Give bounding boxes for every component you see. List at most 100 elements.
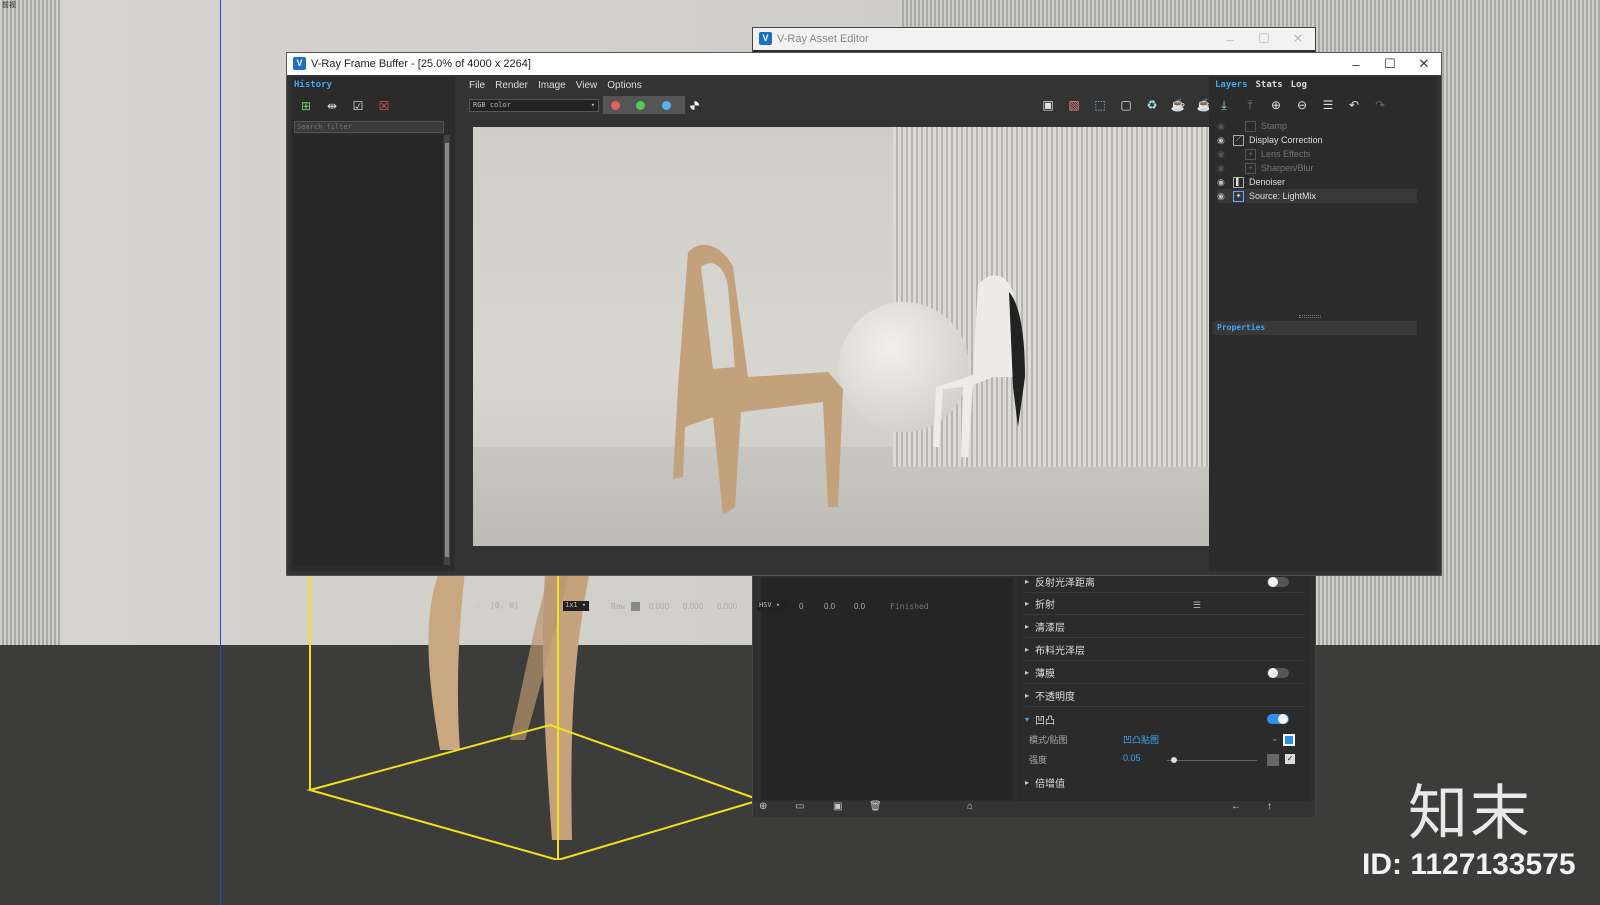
property-row-coat[interactable]: ▸ 清漆层: [1025, 616, 1305, 638]
render-icon-disabled: ☕: [1170, 98, 1186, 112]
strength-value[interactable]: 0.05: [1123, 753, 1141, 763]
bump-mode-row[interactable]: 模式/贴图 凹凸贴图 ⌄: [1029, 733, 1301, 749]
material-properties-panel[interactable]: ▸ 反射光泽距离 ▸ 折射 ▸ 清漆层 ▸ 布料光泽层 ▸ 薄膜 ▸ 不透明度 ▾ 凹凸 模式…: [1017, 573, 1309, 801]
green-channel-icon[interactable]: [636, 101, 645, 110]
menu-file[interactable]: File: [469, 80, 485, 91]
maximize-button[interactable]: ☐: [1247, 28, 1281, 50]
vfb-titlebar[interactable]: V V-Ray Frame Buffer - [25.0% of 4000 x …: [287, 53, 1441, 75]
property-row-thin-film[interactable]: ▸ 薄膜: [1025, 662, 1305, 684]
purge-icon[interactable]: ⌂: [967, 801, 973, 812]
history-load-icon[interactable]: ☑: [349, 98, 367, 114]
tab-layers[interactable]: Layers: [1215, 80, 1248, 90]
visibility-eye-icon[interactable]: ◉: [1217, 149, 1231, 160]
vray-app-icon: V: [759, 32, 772, 45]
render-status: Finished: [890, 602, 929, 611]
interactive-render-icon[interactable]: ♻: [1143, 97, 1161, 113]
track-mouse-icon[interactable]: ▢: [1117, 97, 1135, 113]
toggle-switch[interactable]: [1267, 577, 1289, 587]
layer-row-sharpen-blur[interactable]: ◉ + Sharpen/Blur: [1217, 161, 1417, 175]
bump-mode-select[interactable]: 凹凸贴图: [1123, 733, 1159, 746]
save-image-icon[interactable]: ▣: [1039, 97, 1057, 113]
zoom-select[interactable]: 1x1 ▾: [563, 601, 589, 611]
redo-icon[interactable]: ↷: [1371, 97, 1389, 113]
clear-image-icon[interactable]: ▧: [1065, 97, 1083, 113]
tab-properties[interactable]: Properties: [1213, 321, 1417, 335]
alpha-channel-icon[interactable]: [690, 101, 699, 110]
menu-options[interactable]: Options: [607, 80, 641, 91]
color-swatch: [631, 602, 640, 611]
lock-icon[interactable]: ⊿: [473, 600, 481, 611]
minimize-button[interactable]: –: [1339, 53, 1373, 75]
layer-row-source-lightmix[interactable]: ◉ ✦ Source: LightMix: [1217, 189, 1417, 203]
layer-row-stamp[interactable]: ◉ Stamp: [1217, 119, 1417, 133]
history-save-icon[interactable]: ⊞: [297, 98, 315, 114]
texture-slot-icon[interactable]: [1283, 734, 1295, 746]
layers-list[interactable]: ◉ Stamp ◉ ⟋ Display Correction ◉ + Lens Effec…: [1211, 119, 1417, 209]
property-row-sheen[interactable]: ▸ 布料光泽层: [1025, 639, 1305, 661]
close-button[interactable]: ✕: [1407, 53, 1441, 75]
add-material-icon[interactable]: ⊕: [759, 801, 767, 812]
strength-slider[interactable]: [1167, 757, 1257, 763]
rgb-b: 0.000: [717, 602, 738, 611]
channel-select[interactable]: RGB color ▾: [469, 99, 599, 112]
maximize-button[interactable]: ☐: [1373, 53, 1407, 75]
splitter-handle[interactable]: [1299, 315, 1321, 318]
checkbox-icon[interactable]: ✓: [1285, 754, 1295, 764]
history-compare-icon[interactable]: ⇹: [323, 98, 341, 114]
menu-render[interactable]: Render: [495, 80, 528, 91]
save-layers-icon[interactable]: ⤒: [1241, 97, 1259, 113]
layer-row-display-correction[interactable]: ◉ ⟋ Display Correction: [1217, 133, 1417, 147]
menu-image[interactable]: Image: [538, 80, 566, 91]
open-folder-icon[interactable]: ▭: [795, 801, 804, 812]
visibility-eye-icon[interactable]: ◉: [1217, 177, 1231, 188]
brand-logo: 知末: [1408, 779, 1532, 849]
tab-history[interactable]: History: [294, 80, 332, 90]
region-render-icon[interactable]: ⬚: [1091, 97, 1109, 113]
property-row-refraction[interactable]: ▸ 折射: [1025, 593, 1305, 615]
visibility-eye-icon[interactable]: ◉: [1217, 163, 1231, 174]
texture-slot-icon[interactable]: [1267, 754, 1279, 766]
close-button[interactable]: ✕: [1281, 28, 1315, 50]
property-row-bump[interactable]: ▾ 凹凸: [1025, 708, 1305, 730]
delete-icon[interactable]: 🗑: [869, 801, 882, 812]
stamp-layer-icon: [1245, 120, 1256, 132]
add-layer-icon[interactable]: ⊕: [1267, 97, 1285, 113]
log-toggle-icon[interactable]: ☰: [1193, 600, 1201, 611]
vfb-title: V-Ray Frame Buffer - [25.0% of 4000 x 22…: [311, 58, 531, 70]
visibility-eye-icon[interactable]: ◉: [1217, 121, 1231, 132]
tab-log[interactable]: Log: [1291, 80, 1307, 90]
vfb-window[interactable]: V V-Ray Frame Buffer - [25.0% of 4000 x …: [286, 52, 1442, 611]
channel-buttons: [603, 96, 685, 114]
property-row-opacity[interactable]: ▸ 不透明度: [1025, 685, 1305, 707]
asset-list-panel[interactable]: [761, 578, 1013, 800]
delete-layer-icon[interactable]: ⊖: [1293, 97, 1311, 113]
history-delete-icon[interactable]: ☒: [375, 98, 393, 114]
back-arrow-icon[interactable]: ←: [1231, 801, 1241, 812]
blue-channel-icon[interactable]: [662, 101, 671, 110]
search-filter-input[interactable]: Search filter: [294, 121, 444, 133]
chevron-down-icon[interactable]: ⌄: [1271, 733, 1279, 744]
toggle-switch[interactable]: [1267, 714, 1289, 724]
bump-strength-row[interactable]: 强度 0.05 ✓: [1029, 753, 1301, 769]
menu-view[interactable]: View: [576, 80, 598, 91]
visibility-eye-icon[interactable]: ◉: [1217, 135, 1231, 146]
history-scrollbar[interactable]: [444, 135, 450, 565]
tab-stats[interactable]: Stats: [1256, 80, 1283, 90]
up-arrow-icon[interactable]: ↑: [1267, 801, 1272, 812]
save-icon[interactable]: ▣: [833, 801, 842, 812]
color-picker-icon[interactable]: ⟋: [597, 599, 604, 610]
asset-editor-titlebar[interactable]: V V-Ray Asset Editor – ☐ ✕: [753, 28, 1315, 50]
render-image[interactable]: [473, 127, 1215, 546]
layer-row-denoiser[interactable]: ◉ ▌ Denoiser: [1217, 175, 1417, 189]
load-layers-icon[interactable]: ⤓: [1215, 97, 1233, 113]
undo-icon[interactable]: ↶: [1345, 97, 1363, 113]
property-row-multiplier[interactable]: ▸ 倍增值: [1025, 771, 1305, 793]
minimize-button[interactable]: –: [1213, 28, 1247, 50]
visibility-eye-icon[interactable]: ◉: [1217, 191, 1231, 202]
history-list[interactable]: [294, 135, 442, 565]
layer-row-lens-effects[interactable]: ◉ + Lens Effects: [1217, 147, 1417, 161]
red-channel-icon[interactable]: [611, 101, 620, 110]
color-mode-select[interactable]: HSV ▾: [757, 601, 787, 611]
toggle-switch[interactable]: [1267, 668, 1289, 678]
layer-list-icon[interactable]: ☰: [1319, 97, 1337, 113]
